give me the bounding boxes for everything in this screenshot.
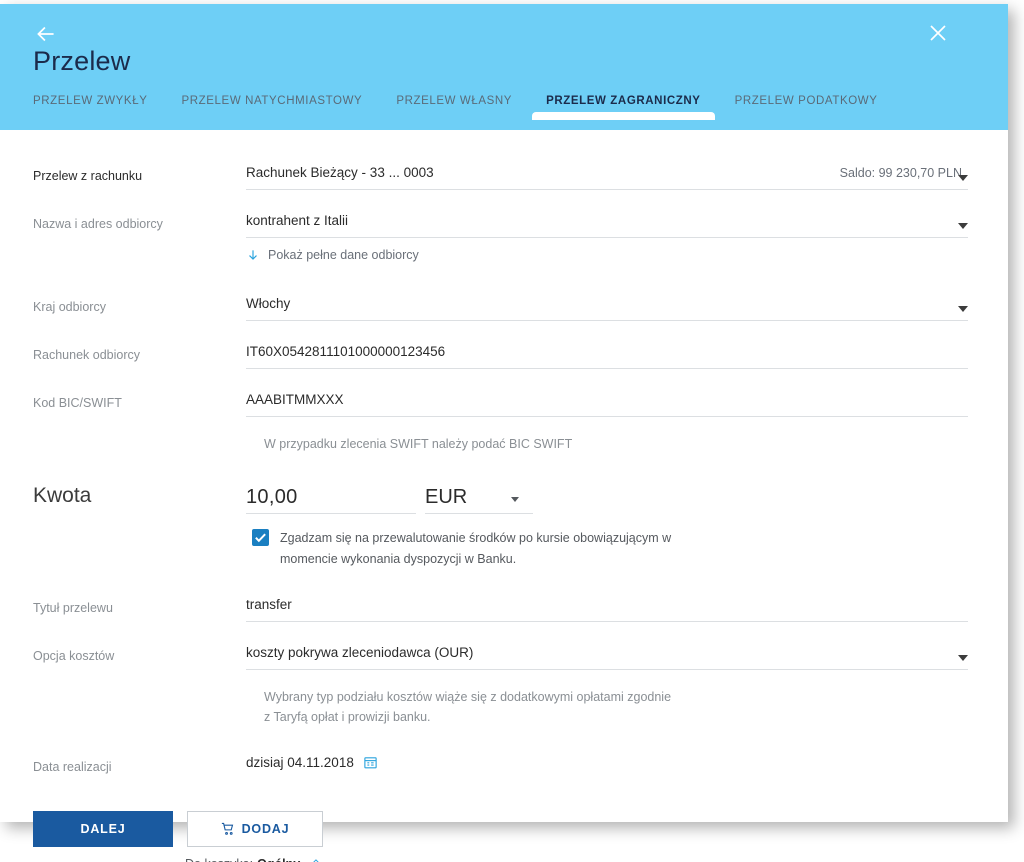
spacer-label bbox=[33, 528, 246, 532]
arrow-down-icon bbox=[246, 247, 260, 263]
spacer-label bbox=[33, 676, 246, 680]
chevron-down-icon[interactable] bbox=[511, 497, 519, 502]
country-label: Kraj odbiorcy bbox=[33, 300, 106, 314]
close-icon[interactable] bbox=[926, 21, 950, 45]
row-from-account: Przelew z rachunku Rachunek Bieżący - 33… bbox=[0, 164, 1008, 190]
chevron-down-icon[interactable] bbox=[958, 655, 968, 661]
row-country: Kraj odbiorcy Włochy bbox=[0, 295, 1008, 321]
currency-value: EUR bbox=[425, 486, 468, 508]
bic-hint: W przypadku zlecenia SWIFT należy podać … bbox=[264, 437, 573, 451]
row-date: Data realizacji dzisiaj 04.11.2018 bbox=[0, 755, 1008, 775]
row-recipient-account: Rachunek odbiorcy IT60X05428111010000001… bbox=[0, 343, 1008, 369]
chevron-down-icon[interactable] bbox=[958, 306, 968, 312]
transfer-title-field[interactable]: transfer bbox=[246, 596, 968, 622]
row-cost-option: Opcja kosztów koszty pokrywa zleceniodaw… bbox=[0, 644, 1008, 670]
tab-przelew-wlasny[interactable]: PRZELEW WŁASNY bbox=[396, 94, 512, 120]
row-amount: Kwota 10,00 EUR bbox=[0, 484, 1008, 514]
recipient-field[interactable]: kontrahent z Italii bbox=[246, 212, 968, 238]
tab-przelew-zagraniczny[interactable]: PRZELEW ZAGRANICZNY bbox=[532, 94, 715, 120]
tab-przelew-zwykly[interactable]: PRZELEW ZWYKŁY bbox=[33, 94, 147, 120]
row-bic: Kod BIC/SWIFT AAABITMMXXX bbox=[0, 391, 1008, 417]
amount-label: Kwota bbox=[33, 484, 92, 507]
cost-option-value: koszty pokrywa zleceniodawca (OUR) bbox=[246, 645, 474, 660]
basket-info: Do koszyka: Ogólny bbox=[0, 857, 1008, 862]
tab-bar: PRZELEW ZWYKŁY PRZELEW NATYCHMIASTOWY PR… bbox=[0, 94, 1008, 130]
calendar-icon[interactable] bbox=[363, 755, 378, 770]
amount-value: 10,00 bbox=[246, 486, 298, 508]
row-show-full-data: Pokaż pełne dane odbiorcy bbox=[0, 247, 1008, 263]
country-field[interactable]: Włochy bbox=[246, 295, 968, 321]
row-transfer-title: Tytuł przelewu transfer bbox=[0, 596, 1008, 622]
spacer-label bbox=[33, 247, 246, 251]
page-title: Przelew bbox=[33, 46, 131, 76]
currency-select[interactable]: EUR bbox=[425, 486, 533, 514]
cost-option-hint: Wybrany typ podziału kosztów wiąże się z… bbox=[264, 690, 672, 724]
page-header: Przelew PRZELEW ZWYKŁY PRZELEW NATYCHMIA… bbox=[0, 4, 1008, 130]
tab-przelew-podatkowy[interactable]: PRZELEW PODATKOWY bbox=[735, 94, 878, 120]
pencil-icon[interactable] bbox=[307, 858, 320, 862]
bic-field[interactable]: AAABITMMXXX bbox=[246, 391, 968, 417]
spacer-label bbox=[33, 423, 246, 427]
from-account-label: Przelew z rachunku bbox=[33, 169, 143, 183]
arrow-left-icon[interactable] bbox=[33, 21, 59, 47]
transfer-title-label: Tytuł przelewu bbox=[33, 601, 113, 615]
row-cost-hint: Wybrany typ podziału kosztów wiąże się z… bbox=[0, 676, 1008, 727]
agreement-text: Zgadzam się na przewalutowanie środków p… bbox=[280, 531, 672, 566]
transfer-card: Przelew PRZELEW ZWYKŁY PRZELEW NATYCHMIA… bbox=[0, 4, 1008, 862]
submit-button[interactable]: DALEJ bbox=[33, 811, 173, 847]
show-full-recipient-label: Pokaż pełne dane odbiorcy bbox=[268, 248, 419, 262]
action-bar: DALEJ DODAJ Do koszyka: bbox=[0, 811, 1008, 862]
date-field[interactable]: dzisiaj 04.11.2018 bbox=[246, 755, 968, 770]
cost-option-label: Opcja kosztów bbox=[33, 649, 115, 663]
recipient-label: Nazwa i adres odbiorcy bbox=[33, 217, 163, 231]
amount-input[interactable]: 10,00 bbox=[246, 486, 416, 514]
row-bic-hint: W przypadku zlecenia SWIFT należy podać … bbox=[0, 423, 1008, 454]
recipient-account-field[interactable]: IT60X0542811101000000123456 bbox=[246, 343, 968, 369]
transfer-form: Przelew z rachunku Rachunek Bieżący - 33… bbox=[0, 164, 1008, 862]
from-account-balance: Saldo: 99 230,70 PLN bbox=[839, 166, 962, 180]
row-agreement: Zgadzam się na przewalutowanie środków p… bbox=[0, 528, 1008, 570]
transfer-title-value: transfer bbox=[246, 597, 292, 612]
basket-prefix: Do koszyka: bbox=[185, 857, 253, 862]
tab-przelew-natychmiastowy[interactable]: PRZELEW NATYCHMIASTOWY bbox=[181, 94, 362, 120]
row-recipient: Nazwa i adres odbiorcy kontrahent z Ital… bbox=[0, 212, 1008, 238]
recipient-account-value: IT60X0542811101000000123456 bbox=[246, 344, 446, 359]
bic-value: AAABITMMXXX bbox=[246, 392, 344, 407]
chevron-down-icon[interactable] bbox=[958, 175, 968, 181]
from-account-value: Rachunek Bieżący - 33 ... 0003 bbox=[246, 165, 434, 180]
chevron-down-icon[interactable] bbox=[958, 223, 968, 229]
basket-name: Ogólny bbox=[257, 857, 300, 862]
from-account-field[interactable]: Rachunek Bieżący - 33 ... 0003 Saldo: 99… bbox=[246, 164, 968, 190]
date-label: Data realizacji bbox=[33, 760, 112, 774]
bic-label: Kod BIC/SWIFT bbox=[33, 396, 122, 410]
app-root: Przelew PRZELEW ZWYKŁY PRZELEW NATYCHMIA… bbox=[0, 0, 1024, 862]
cart-icon bbox=[221, 822, 235, 836]
recipient-value: kontrahent z Italii bbox=[246, 213, 349, 228]
add-to-basket-label: DODAJ bbox=[241, 822, 290, 836]
date-value: dzisiaj 04.11.2018 bbox=[246, 755, 354, 770]
currency-conversion-checkbox[interactable] bbox=[252, 529, 269, 546]
show-full-recipient-link[interactable]: Pokaż pełne dane odbiorcy bbox=[246, 247, 968, 263]
cost-option-field[interactable]: koszty pokrywa zleceniodawca (OUR) bbox=[246, 644, 968, 670]
recipient-account-label: Rachunek odbiorcy bbox=[33, 348, 141, 362]
country-value: Włochy bbox=[246, 296, 291, 311]
add-to-basket-button[interactable]: DODAJ bbox=[187, 811, 323, 847]
